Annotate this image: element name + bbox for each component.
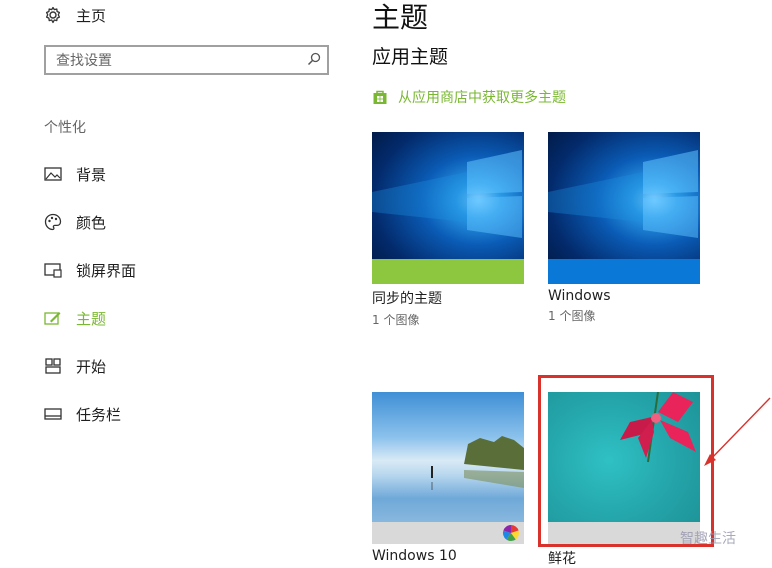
store-link-label: 从应用商店中获取更多主题 [398, 90, 566, 106]
start-grid-icon [44, 357, 62, 375]
theme-tile-windows[interactable]: Windows 1 个图像 [548, 132, 700, 324]
section-subtitle: 应用主题 [372, 46, 449, 68]
sidebar-item-label: 主题 [76, 309, 107, 328]
theme-thumbnail [372, 392, 524, 544]
theme-image-count: 1 个图像 [372, 313, 420, 327]
taskbar-icon [44, 405, 62, 423]
sidebar-item-label: 颜色 [76, 213, 107, 232]
sidebar-item-label: 开始 [76, 357, 107, 376]
search-input[interactable] [54, 50, 298, 72]
search-box[interactable] [44, 45, 329, 75]
theme-color-bar [548, 259, 700, 284]
picture-icon [44, 165, 62, 183]
annotation-arrow [704, 397, 771, 466]
store-bag-icon [373, 90, 387, 104]
sidebar-item-label: 任务栏 [76, 405, 122, 424]
theme-name: 鲜花 [548, 551, 576, 567]
page-title: 主题 [372, 1, 429, 34]
sidebar-item-label: 锁屏界面 [76, 261, 137, 280]
theme-thumbnail [372, 132, 524, 284]
theme-name: 同步的主题 [372, 291, 442, 307]
sidebar-item-themes[interactable]: 主题 [44, 294, 136, 342]
sidebar-item-lock-screen[interactable]: 锁屏界面 [44, 246, 136, 294]
section-title: 个性化 [44, 120, 86, 136]
settings-sidebar: 主页 个性化 背景 颜色 锁屏界面 [0, 0, 350, 561]
sidebar-item-colors[interactable]: 颜色 [44, 198, 136, 246]
sidebar-item-background[interactable]: 背景 [44, 150, 136, 198]
theme-color-bar [548, 522, 700, 544]
theme-tile-windows-10[interactable]: Windows 10 [372, 392, 524, 564]
home-label: 主页 [76, 6, 107, 25]
theme-tile-flowers[interactable]: 鲜花 [548, 392, 700, 568]
theme-tile-synced[interactable]: 同步的主题 1 个图像 [372, 132, 524, 328]
sidebar-item-start[interactable]: 开始 [44, 342, 136, 390]
theme-name: Windows [548, 288, 611, 304]
theme-color-bar [372, 259, 524, 284]
sidebar-item-taskbar[interactable]: 任务栏 [44, 390, 136, 438]
theme-name: Windows 10 [372, 548, 457, 564]
brush-icon [44, 309, 62, 327]
theme-thumbnail [548, 392, 700, 544]
palette-icon [44, 213, 62, 231]
store-link[interactable]: 从应用商店中获取更多主题 [372, 87, 566, 107]
color-wheel-icon [502, 525, 520, 542]
theme-image-count: 1 个图像 [548, 309, 596, 323]
gear-icon [45, 6, 61, 24]
sidebar-nav: 背景 颜色 锁屏界面 主题 开始 任务栏 [44, 150, 136, 438]
lock-screen-icon [44, 261, 62, 279]
search-icon[interactable] [307, 52, 321, 66]
sidebar-item-label: 背景 [76, 165, 107, 184]
theme-thumbnail [548, 132, 700, 284]
home-nav[interactable]: 主页 [44, 4, 106, 26]
watermark: 智趣生活 [680, 531, 736, 547]
